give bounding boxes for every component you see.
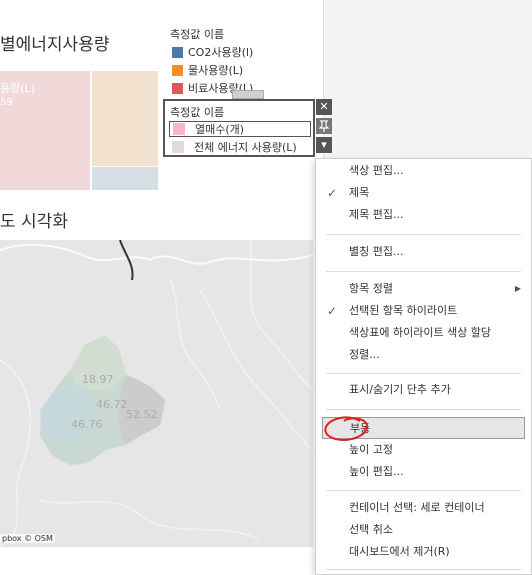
menu-item-label: 색상표에 하이라이트 색상 할당	[349, 326, 492, 339]
menu-separator	[326, 373, 521, 374]
legend-item-label: 물사용량(L)	[188, 64, 244, 77]
menu-item-label: 별칭 편집...	[349, 245, 404, 258]
legend-title: 측정값 이름	[170, 106, 225, 119]
legend-item-water[interactable]: 물사용량(L)	[172, 62, 243, 78]
menu-item-label: 제목	[349, 186, 370, 199]
menu-item-title[interactable]: ✓ 제목	[316, 182, 531, 204]
menu-item-deselect[interactable]: 선택 취소	[316, 519, 531, 541]
legend-item-label: CO2사용량(l)	[188, 46, 254, 59]
legend-swatch	[172, 64, 183, 76]
map-value-3: 52.52	[126, 408, 158, 421]
legend-item-fruit-count[interactable]: 열매수(개)	[169, 121, 311, 137]
check-icon: ✓	[327, 304, 338, 318]
menu-item-label: 색상 편집...	[349, 164, 404, 177]
treemap-value: 59	[0, 97, 13, 108]
dropdown-menu-icon[interactable]: ▾	[316, 137, 332, 153]
legend-item-label: 열매수(개)	[195, 123, 245, 136]
map-value-2: 46.72	[96, 398, 128, 411]
legend-item-co2[interactable]: CO2사용량(l)	[172, 44, 253, 60]
legend-item-label: 전체 에너지 사용량(L)	[194, 141, 297, 154]
menu-item-label: 높이 고정	[349, 443, 393, 456]
menu-item-label: 표시/숨기기 단추 추가	[349, 383, 451, 396]
check-icon: ✓	[327, 186, 338, 200]
legend-swatch	[172, 82, 183, 94]
pin-icon[interactable]	[316, 118, 332, 134]
legend-item-total-energy[interactable]: 전체 에너지 사용량(L)	[169, 139, 311, 155]
menu-item-label: 항목 정렬	[349, 282, 393, 295]
submenu-arrow-icon: ▶	[514, 284, 521, 293]
sheet-title: 별에너지사용량	[0, 35, 110, 55]
menu-separator	[326, 490, 521, 491]
legend-swatch	[172, 141, 184, 153]
menu-item-sort[interactable]: 정렬...	[316, 344, 531, 366]
menu-item-sort-items[interactable]: 항목 정렬 ▶	[316, 278, 531, 300]
treemap-cell-blue[interactable]	[92, 167, 158, 190]
menu-separator	[326, 271, 521, 272]
menu-item-label: 선택된 항목 하이라이트	[349, 304, 458, 317]
map-value-1: 18.97	[82, 373, 114, 386]
legend-title: 측정값 이름	[170, 28, 225, 41]
context-menu: 색상 편집... ✓ 제목 제목 편집... 별칭 편집... 항목 정렬 ▶ ✓ 선…	[315, 158, 532, 575]
menu-item-assign-highlight-color[interactable]: 색상표에 하이라이트 색상 할당	[316, 322, 531, 344]
menu-item-label: 컨테이너 선택: 세로 컨테이너	[349, 501, 485, 514]
menu-separator	[326, 409, 521, 410]
menu-item-label: 선택 취소	[349, 523, 393, 536]
menu-item-edit-aliases[interactable]: 별칭 편집...	[316, 241, 531, 263]
menu-item-fix-height[interactable]: 높이 고정	[316, 439, 531, 461]
selected-legend[interactable]: 측정값 이름 열매수(개) 전체 에너지 사용량(L)	[163, 99, 315, 157]
treemap-label: 용량(L)	[0, 82, 35, 95]
legend-swatch	[173, 123, 185, 135]
map-title: 도 시각화	[0, 212, 68, 232]
map-attribution[interactable]: pbox © OSM	[0, 534, 55, 543]
map-value-4: 46.76	[71, 418, 103, 431]
close-icon[interactable]: ✕	[316, 99, 332, 115]
menu-item-edit-title[interactable]: 제목 편집...	[316, 204, 531, 226]
menu-separator	[326, 234, 521, 235]
legend-swatch	[172, 46, 183, 58]
menu-item-edit-colors[interactable]: 색상 편집...	[316, 160, 531, 182]
menu-item-add-show-hide-button[interactable]: 표시/숨기기 단추 추가	[316, 379, 531, 401]
menu-item-select-container[interactable]: 컨테이너 선택: 세로 컨테이너	[316, 497, 531, 519]
menu-item-label: 높이 편집...	[349, 465, 404, 478]
map-view[interactable]: 18.97 46.72 52.52 46.76	[0, 240, 313, 547]
menu-item-remove-from-dashboard[interactable]: 대시보드에서 제거(R)	[316, 541, 531, 563]
pin-glyph	[318, 120, 330, 132]
treemap-cell-orange[interactable]	[92, 71, 158, 166]
move-handle[interactable]	[232, 90, 264, 99]
menu-item-label: 대시보드에서 제거(R)	[349, 545, 450, 558]
map-background	[0, 240, 313, 547]
menu-item-label: 정렬...	[349, 348, 380, 361]
menu-item-edit-height[interactable]: 높이 편집...	[316, 461, 531, 483]
menu-separator	[326, 569, 521, 570]
menu-item-highlight-selected[interactable]: ✓ 선택된 항목 하이라이트	[316, 300, 531, 322]
menu-item-label: 제목 편집...	[349, 208, 404, 221]
dashboard-side-panel	[323, 0, 532, 160]
